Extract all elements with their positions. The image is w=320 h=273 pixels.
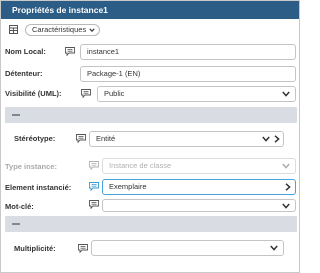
type-instance-select: Instance de classe [102, 158, 296, 174]
detenteur-field[interactable]: Package-1 (EN) [80, 66, 296, 82]
grid-icon[interactable] [9, 25, 18, 34]
visibilite-value: Public [104, 89, 125, 98]
minus-icon [12, 223, 20, 225]
element-instancie-field[interactable]: Exemplaire [102, 179, 296, 195]
chevron-down-icon [282, 163, 290, 169]
chevron-down-icon [282, 203, 290, 209]
stereotype-value: Entité [96, 134, 116, 143]
element-instancie-label: Element instancié: [5, 183, 72, 192]
minus-icon [12, 114, 20, 116]
comment-icon[interactable] [81, 89, 91, 98]
chevron-down-icon [262, 136, 270, 142]
mot-cle-select[interactable] [102, 199, 296, 212]
chevron-down-icon [282, 91, 290, 97]
comment-icon[interactable] [89, 182, 99, 191]
stereotype-label: Stéréotype: [14, 134, 56, 143]
detenteur-label: Détenteur: [5, 69, 43, 78]
element-instancie-value: Exemplaire [109, 182, 147, 191]
characteristics-dropdown[interactable]: Caractéristiques [25, 24, 101, 36]
type-instance-label: Type instance: [5, 162, 57, 171]
chevron-right-icon[interactable] [285, 183, 291, 191]
nom-local-label: Nom Local: [5, 47, 46, 56]
mot-cle-label: Mot-clé: [5, 202, 34, 211]
characteristics-dropdown-label: Caractéristiques [32, 25, 87, 34]
comment-icon[interactable] [65, 47, 75, 56]
section-collapse-bar[interactable] [5, 216, 297, 232]
multiplicite-select[interactable] [91, 240, 284, 256]
type-instance-placeholder: Instance de classe [109, 161, 172, 170]
nom-local-field[interactable]: instance1 [80, 44, 296, 60]
panel-title: Propriétés de instance1 [1, 1, 299, 19]
visibilite-label: Visibilité (UML): [5, 89, 62, 98]
toolbar: Caractéristiques [1, 23, 299, 37]
comment-icon [89, 161, 99, 170]
multiplicite-label: Multiplicité: [14, 244, 56, 253]
comment-icon[interactable] [89, 200, 99, 209]
chevron-right-icon[interactable] [274, 135, 280, 143]
visibilite-select[interactable]: Public [97, 86, 296, 102]
chevron-down-icon [270, 245, 278, 251]
stereotype-select[interactable]: Entité [89, 131, 284, 147]
comment-icon[interactable] [78, 244, 88, 253]
section-collapse-bar[interactable] [5, 107, 297, 123]
comment-icon[interactable] [76, 134, 86, 143]
chevron-down-icon [89, 27, 95, 33]
properties-panel: Propriétés de instance1 Caractéristiques… [0, 0, 300, 273]
